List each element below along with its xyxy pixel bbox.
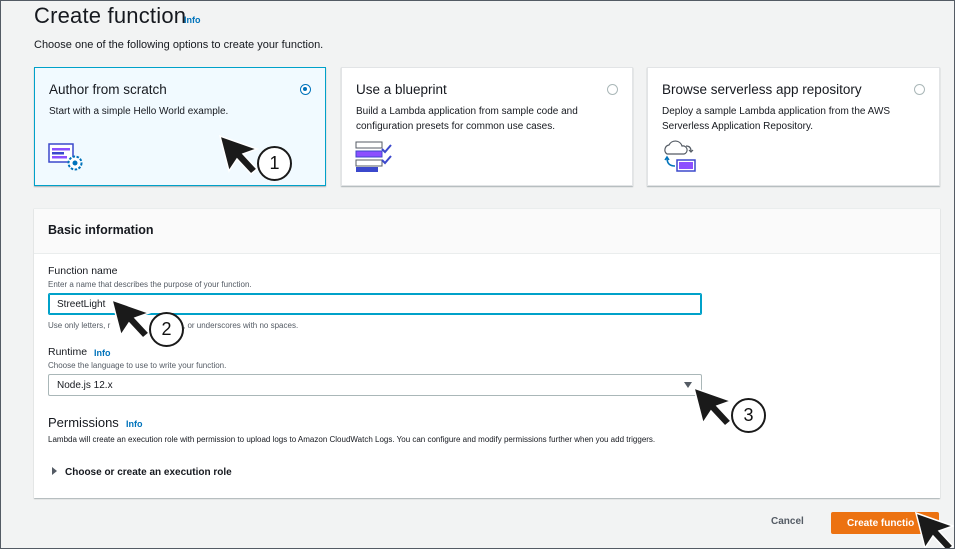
function-name-constraint-left: Use only letters, r xyxy=(48,321,111,330)
option-use-a-blueprint[interactable]: Use a blueprint Build a Lambda applicati… xyxy=(341,67,633,186)
annotation-arrow-icon xyxy=(218,134,260,175)
runtime-select[interactable]: Node.js 12.x xyxy=(48,374,702,396)
execution-role-expander[interactable]: Choose or create an execution role xyxy=(52,467,232,478)
cancel-button[interactable]: Cancel xyxy=(771,516,804,527)
caret-right-icon xyxy=(52,467,57,475)
checklist-icon xyxy=(355,140,393,179)
code-gear-icon xyxy=(48,140,84,177)
runtime-info-link[interactable]: Info xyxy=(94,348,111,358)
page-subtitle: Choose one of the following options to c… xyxy=(34,39,324,51)
panel-header: Basic information xyxy=(34,209,940,254)
option-radio[interactable] xyxy=(914,84,925,95)
title-info-link[interactable]: Info xyxy=(184,15,201,25)
annotation-step-2: 2 xyxy=(149,312,184,347)
cloud-sync-icon xyxy=(661,140,701,179)
function-name-label: Function name xyxy=(48,265,118,277)
annotation-arrow-icon xyxy=(110,298,152,339)
option-description: Deploy a sample Lambda application from … xyxy=(662,106,891,132)
option-title: Use a blueprint xyxy=(356,82,447,97)
runtime-description: Choose the language to use to write your… xyxy=(48,361,227,370)
permissions-title: Permissions xyxy=(48,415,119,430)
cursor-arrow-icon xyxy=(914,511,954,548)
screenshot-frame: Create function Info Choose one of the f… xyxy=(0,0,955,549)
page-title: Create function xyxy=(34,3,187,28)
annotation-step-3: 3 xyxy=(731,398,766,433)
permissions-info-link[interactable]: Info xyxy=(126,419,143,429)
option-description: Build a Lambda application from sample c… xyxy=(356,106,578,132)
permissions-description: Lambda will create an execution role wit… xyxy=(48,435,656,444)
runtime-selected-value: Node.js 12.x xyxy=(57,380,113,391)
runtime-label: Runtime xyxy=(48,346,88,358)
option-title: Browse serverless app repository xyxy=(662,82,862,97)
option-title: Author from scratch xyxy=(49,82,167,97)
expander-label: Choose or create an execution role xyxy=(65,467,232,478)
option-radio[interactable] xyxy=(300,84,311,95)
annotation-step-1: 1 xyxy=(257,146,292,181)
basic-information-panel: Basic information Function name Enter a … xyxy=(34,208,940,498)
annotation-arrow-icon xyxy=(692,386,734,427)
option-browse-serverless-repo[interactable]: Browse serverless app repository Deploy … xyxy=(647,67,940,186)
function-name-constraint-right: s, or underscores with no spaces. xyxy=(179,321,299,330)
option-radio[interactable] xyxy=(607,84,618,95)
function-name-description: Enter a name that describes the purpose … xyxy=(48,280,252,289)
option-description: Start with a simple Hello World example. xyxy=(49,106,229,117)
